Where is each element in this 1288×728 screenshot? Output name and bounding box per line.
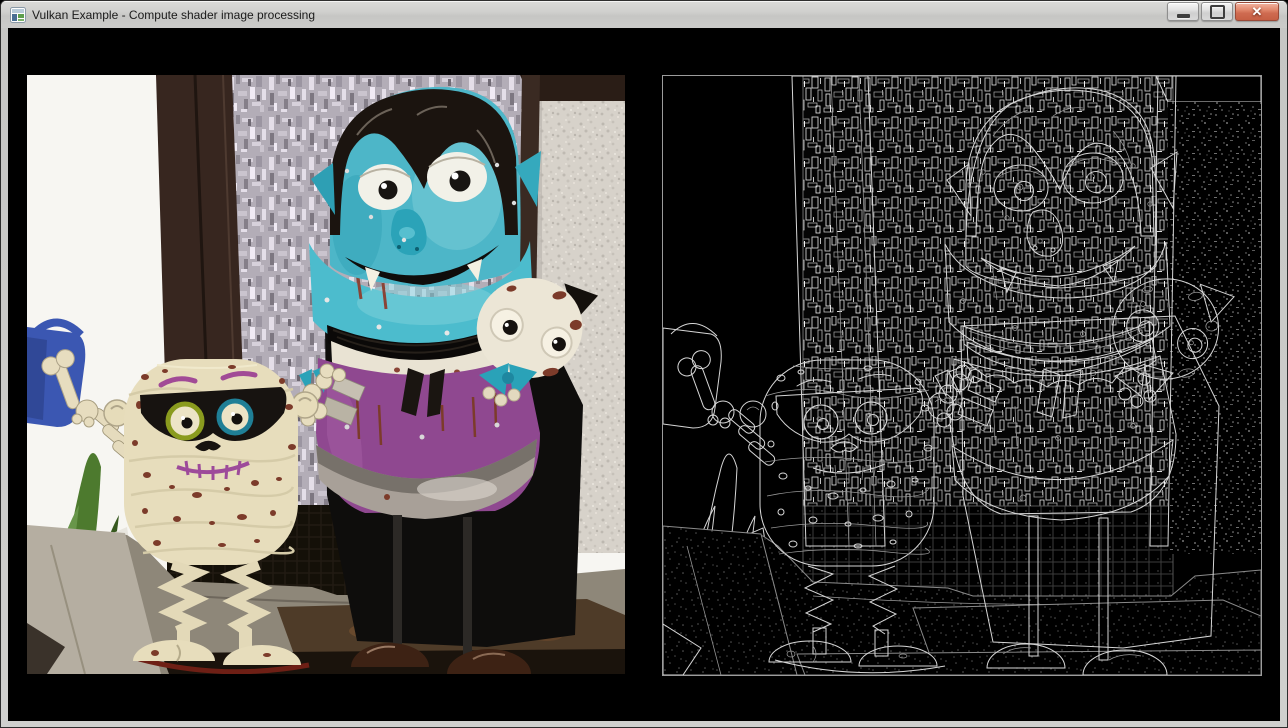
maximize-icon [1210, 5, 1225, 19]
processed-image-panel [662, 75, 1262, 676]
maximize-button[interactable] [1201, 2, 1233, 21]
photo-scene [663, 76, 1261, 675]
window-title: Vulkan Example - Compute shader image pr… [32, 8, 315, 22]
door-mat [913, 600, 1261, 658]
minimize-button[interactable] [1167, 2, 1199, 21]
right-leg [463, 517, 472, 659]
photo-scene [27, 75, 625, 674]
edge-detected-output [663, 76, 1261, 675]
client-area [8, 28, 1280, 721]
window-controls: ✕ [1167, 2, 1279, 21]
source-photo [27, 75, 625, 674]
app-window: Vulkan Example - Compute shader image pr… [0, 0, 1288, 728]
source-image-panel [27, 75, 625, 674]
background [792, 76, 1261, 601]
stucco-wall [1168, 102, 1261, 554]
window-frame [1, 28, 1287, 728]
silver-woven-wall [803, 76, 1173, 546]
close-icon: ✕ [1252, 3, 1263, 20]
titlebar[interactable]: Vulkan Example - Compute shader image pr… [1, 1, 1287, 28]
close-button[interactable]: ✕ [1235, 2, 1279, 21]
minimize-icon [1177, 14, 1190, 18]
left-leg [393, 515, 402, 655]
app-icon[interactable] [10, 7, 26, 23]
